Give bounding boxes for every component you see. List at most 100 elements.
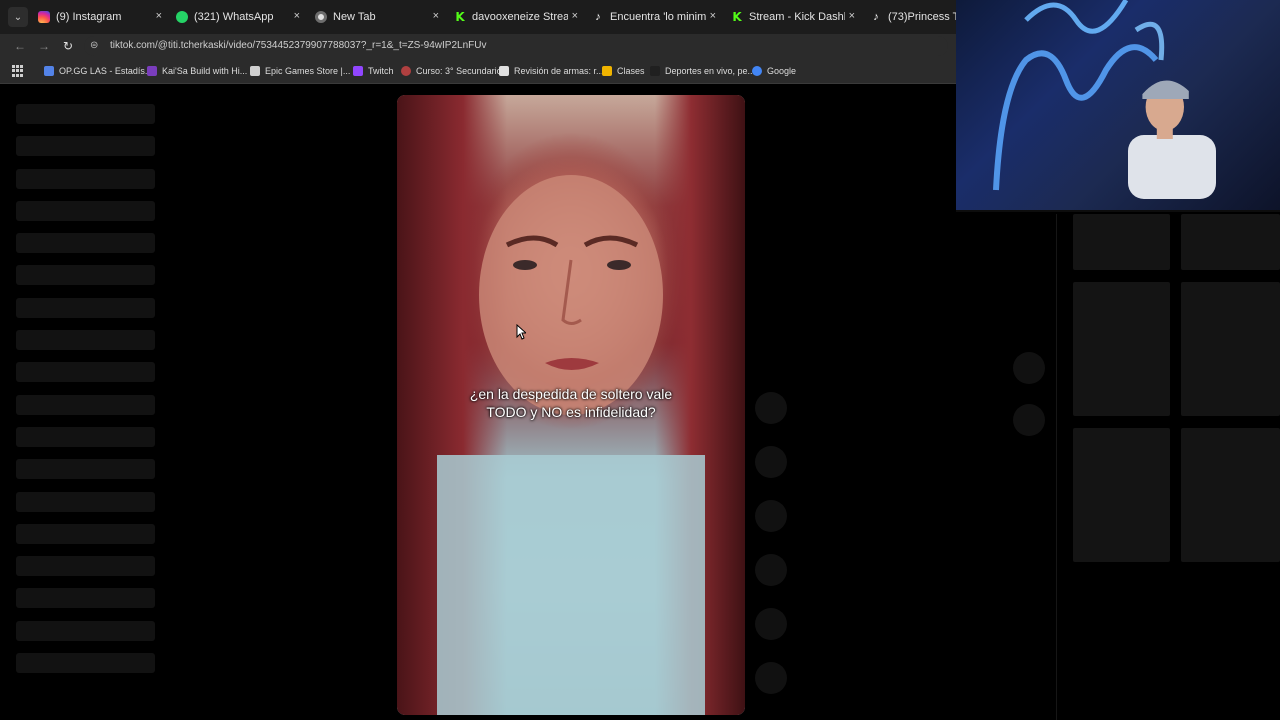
browser-tabstrip: ⌄ (9) Instagram × (321) WhatsApp × New T… bbox=[0, 0, 956, 34]
deportes-icon bbox=[650, 66, 660, 76]
kaisa-icon bbox=[147, 66, 157, 76]
comments-divider bbox=[1056, 214, 1057, 720]
nav-down-placeholder[interactable] bbox=[1013, 404, 1045, 436]
action-button-placeholder[interactable] bbox=[755, 554, 787, 586]
skeleton-row bbox=[16, 459, 155, 480]
opgg-icon bbox=[44, 66, 54, 76]
bookmark-label: Twitch bbox=[368, 66, 394, 76]
skeleton-row bbox=[16, 556, 155, 577]
action-button-placeholder[interactable] bbox=[755, 392, 787, 424]
action-button-placeholder[interactable] bbox=[755, 500, 787, 532]
instagram-icon bbox=[38, 11, 50, 23]
close-tab-icon[interactable]: × bbox=[294, 10, 300, 22]
action-button-placeholder[interactable] bbox=[755, 662, 787, 694]
close-tab-icon[interactable]: × bbox=[572, 10, 578, 22]
tab-title: Stream - Kick Dashboard bbox=[749, 11, 845, 23]
address-bar[interactable]: ⊜ tiktok.com/@titi.tcherkaski/video/7534… bbox=[84, 36, 948, 56]
bookmark-label: Deportes en vivo, pe... bbox=[665, 66, 756, 76]
folder-icon bbox=[602, 66, 612, 76]
bookmark-label: Epic Games Store |... bbox=[265, 66, 351, 76]
bookmark-curso[interactable]: Curso: 3° Secundario bbox=[401, 64, 502, 78]
related-video-placeholder[interactable] bbox=[1181, 282, 1280, 416]
bookmark-clases[interactable]: Clases bbox=[602, 64, 645, 78]
skeleton-row bbox=[16, 168, 155, 189]
bookmark-deportes[interactable]: Deportes en vivo, pe... bbox=[650, 64, 755, 78]
streamer-image bbox=[1128, 80, 1216, 199]
skeleton-row bbox=[16, 297, 155, 318]
tab-new-tab[interactable]: New Tab × bbox=[315, 5, 439, 29]
video-caption: ¿en la despedida de soltero vale TODO y … bbox=[397, 385, 745, 421]
sidebar-skeleton bbox=[16, 104, 155, 685]
close-tab-icon[interactable]: × bbox=[433, 10, 439, 22]
tab-whatsapp[interactable]: (321) WhatsApp × bbox=[176, 5, 300, 29]
tab-tiktok-princess[interactable]: ♪ (73)Princess Treatm bbox=[870, 5, 956, 29]
related-video-placeholder[interactable] bbox=[1073, 428, 1170, 562]
kick-icon: K bbox=[732, 10, 742, 24]
close-tab-icon[interactable]: × bbox=[710, 10, 716, 22]
twitch-icon bbox=[353, 66, 363, 76]
close-tab-icon[interactable]: × bbox=[156, 10, 162, 22]
curso-icon bbox=[401, 66, 411, 76]
forward-arrow-icon[interactable]: → bbox=[36, 38, 52, 54]
bookmarks-bar: OP.GG LAS - Estadís... Kai'Sa Build with… bbox=[0, 58, 956, 84]
google-icon bbox=[752, 66, 762, 76]
caption-line: TODO y NO es infidelidad? bbox=[486, 404, 656, 420]
browser-toolbar: ← → ↻ ⊜ tiktok.com/@titi.tcherkaski/vide… bbox=[0, 34, 956, 58]
skeleton-row bbox=[16, 362, 155, 383]
skeleton-row bbox=[16, 330, 155, 351]
bookmark-label: Clases bbox=[617, 66, 645, 76]
bookmark-label: OP.GG LAS - Estadís... bbox=[59, 66, 153, 76]
skeleton-row bbox=[16, 588, 155, 609]
bookmark-twitch[interactable]: Twitch bbox=[353, 64, 394, 78]
tab-instagram[interactable]: (9) Instagram × bbox=[38, 5, 162, 29]
bookmark-revision-armas[interactable]: Revisión de armas: r... bbox=[499, 64, 604, 78]
related-video-placeholder[interactable] bbox=[1073, 214, 1170, 270]
tab-kick-stream[interactable]: K davooxeneize Stream - W × bbox=[454, 5, 578, 29]
chrome-icon bbox=[315, 11, 327, 23]
skeleton-row bbox=[16, 265, 155, 286]
skeleton-row bbox=[16, 104, 155, 124]
tab-search-menu-icon[interactable]: ⌄ bbox=[8, 7, 28, 27]
tab-title: (73)Princess Treatm bbox=[888, 11, 956, 23]
bookmark-label: Curso: 3° Secundario bbox=[416, 66, 502, 76]
tab-title: Encuentra 'lo minimo y t bbox=[610, 11, 706, 23]
bookmark-opgg[interactable]: OP.GG LAS - Estadís... bbox=[44, 64, 152, 78]
tab-title: New Tab bbox=[333, 11, 376, 23]
mouse-cursor-icon bbox=[516, 324, 526, 340]
tab-tiktok-search[interactable]: ♪ Encuentra 'lo minimo y t × bbox=[592, 5, 716, 29]
epic-games-icon bbox=[250, 66, 260, 76]
related-video-placeholder[interactable] bbox=[1073, 282, 1170, 416]
video-player[interactable]: ¿en la despedida de soltero vale TODO y … bbox=[397, 95, 745, 715]
action-button-placeholder[interactable] bbox=[755, 446, 787, 478]
bookmark-label: Revisión de armas: r... bbox=[514, 66, 604, 76]
bookmark-label: Kai'Sa Build with Hi... bbox=[162, 66, 248, 76]
nav-up-placeholder[interactable] bbox=[1013, 352, 1045, 384]
related-video-placeholder[interactable] bbox=[1181, 214, 1280, 270]
tab-title: davooxeneize Stream - W bbox=[472, 11, 568, 23]
url-text[interactable]: tiktok.com/@titi.tcherkaski/video/753445… bbox=[110, 40, 486, 51]
related-video-placeholder[interactable] bbox=[1181, 428, 1280, 562]
bookmark-google[interactable]: Google bbox=[752, 64, 796, 78]
tab-kick-dashboard[interactable]: K Stream - Kick Dashboard × bbox=[731, 5, 855, 29]
reload-icon[interactable]: ↻ bbox=[60, 38, 76, 54]
skeleton-row bbox=[16, 394, 155, 415]
skeleton-row bbox=[16, 523, 155, 544]
close-tab-icon[interactable]: × bbox=[849, 10, 855, 22]
skeleton-row bbox=[16, 200, 155, 221]
tab-title: (9) Instagram bbox=[56, 11, 122, 23]
whatsapp-icon bbox=[176, 11, 188, 23]
tab-title: (321) WhatsApp bbox=[194, 11, 274, 23]
webcam-overlay bbox=[956, 0, 1280, 212]
apps-grid-icon[interactable] bbox=[12, 65, 24, 77]
tiktok-icon: ♪ bbox=[595, 11, 601, 23]
bookmark-epic-games[interactable]: Epic Games Store |... bbox=[250, 64, 350, 78]
kick-icon: K bbox=[455, 10, 465, 24]
bookmark-kaisa[interactable]: Kai'Sa Build with Hi... bbox=[147, 64, 247, 78]
skeleton-row bbox=[16, 491, 155, 512]
caption-line: ¿en la despedida de soltero vale bbox=[469, 386, 673, 402]
site-info-icon[interactable]: ⊜ bbox=[90, 40, 102, 52]
skeleton-row bbox=[16, 426, 155, 447]
tiktok-icon: ♪ bbox=[873, 11, 879, 23]
back-arrow-icon[interactable]: ← bbox=[12, 38, 28, 54]
action-button-placeholder[interactable] bbox=[755, 608, 787, 640]
